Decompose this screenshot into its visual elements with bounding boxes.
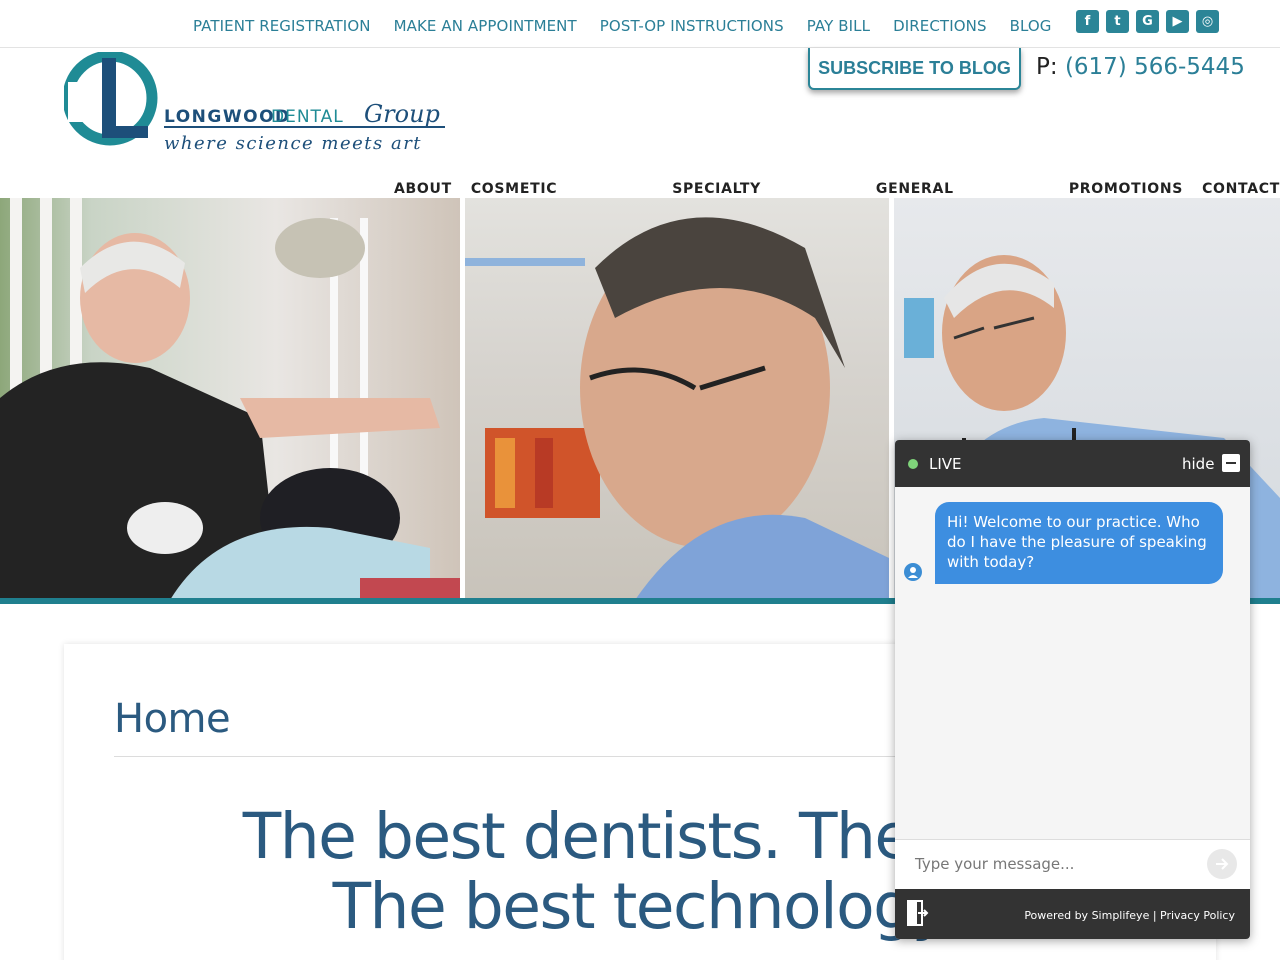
utility-links: PATIENT REGISTRATION MAKE AN APPOINTMENT… xyxy=(193,17,1052,35)
subscribe-to-blog-button[interactable]: SUBSCRIBE TO BLOG xyxy=(808,48,1021,90)
chat-message-input[interactable]: Type your message... xyxy=(915,855,1074,873)
powered-by-link[interactable]: Powered by Simplifeye | Privacy Policy xyxy=(1024,909,1235,922)
chat-header: LIVE hide xyxy=(895,440,1250,487)
blog-link[interactable]: BLOG xyxy=(1010,17,1052,35)
phone-link[interactable]: (617) 566-5445 xyxy=(1065,54,1245,80)
top-utility-bar: PATIENT REGISTRATION MAKE AN APPOINTMENT… xyxy=(0,0,1280,48)
twitter-icon[interactable]: t xyxy=(1106,10,1129,33)
longwood-dental-logo[interactable]: LONGWOOD DENTAL Group where science meet… xyxy=(62,50,449,156)
phone-label: P: xyxy=(1036,54,1058,80)
phone-number: P: (617) 566-5445 xyxy=(1036,54,1245,80)
live-status-dot-icon xyxy=(908,459,918,469)
svg-text:DENTAL: DENTAL xyxy=(271,107,344,127)
patient-registration-link[interactable]: PATIENT REGISTRATION xyxy=(193,17,371,35)
instagram-icon[interactable]: ◎ xyxy=(1196,10,1219,33)
make-appointment-link[interactable]: MAKE AN APPOINTMENT xyxy=(394,17,577,35)
page-title: Home xyxy=(114,696,231,742)
google-my-business-icon[interactable]: G xyxy=(1136,10,1159,33)
hide-chat-label[interactable]: hide xyxy=(1182,455,1214,473)
agent-avatar-icon xyxy=(904,563,922,581)
hero-photo-dentist-1 xyxy=(0,198,460,600)
exit-chat-icon[interactable] xyxy=(907,900,929,926)
facebook-icon[interactable]: f xyxy=(1076,10,1099,33)
social-icons: f t G ▶ ◎ xyxy=(1076,10,1219,33)
logo-mark: LONGWOOD DENTAL Group where science meet… xyxy=(62,50,445,154)
live-chat-widget: LIVE hide Hi! Welcome to our practice. W… xyxy=(895,440,1250,939)
post-op-instructions-link[interactable]: POST-OP INSTRUCTIONS xyxy=(600,17,784,35)
chat-message-bubble: Hi! Welcome to our practice. Who do I ha… xyxy=(935,502,1223,584)
chat-input-bar: Type your message... xyxy=(895,839,1250,889)
svg-text:Group: Group xyxy=(364,100,440,128)
youtube-icon[interactable]: ▶ xyxy=(1166,10,1189,33)
send-arrow-icon[interactable] xyxy=(1207,849,1237,879)
directions-link[interactable]: DIRECTIONS xyxy=(893,17,986,35)
hero-photo-dentist-2 xyxy=(465,198,889,600)
chat-footer: Powered by Simplifeye | Privacy Policy xyxy=(895,889,1250,939)
minimize-icon[interactable] xyxy=(1222,454,1240,472)
pay-bill-link[interactable]: PAY BILL xyxy=(807,17,870,35)
svg-text:where science meets art: where science meets art xyxy=(164,133,422,154)
chat-status: LIVE xyxy=(929,455,962,473)
